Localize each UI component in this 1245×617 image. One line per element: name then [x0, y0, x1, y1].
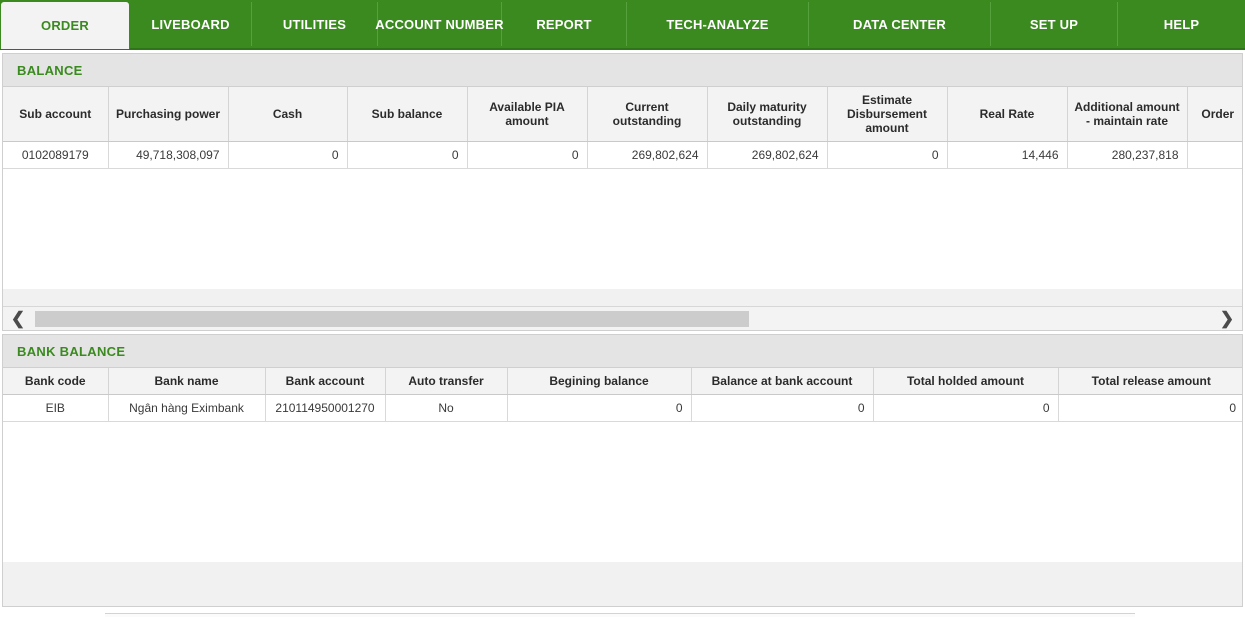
- column-header-bank-account[interactable]: Bank account: [265, 368, 386, 395]
- cell-real-rate: 14,446: [947, 141, 1068, 169]
- column-header-real-rate[interactable]: Real Rate: [947, 87, 1068, 142]
- tab-label: HELP: [1163, 16, 1200, 32]
- cell-sub-balance: 0: [347, 141, 468, 169]
- cell-additional-amount-maintain-rate: 280,237,818: [1067, 141, 1188, 169]
- balance-panel: BALANCE Sub account Purchasing power Cash S…: [2, 53, 1243, 331]
- cell-cash: 0: [228, 141, 348, 169]
- balance-horizontal-scrollbar[interactable]: ❮ ❯: [3, 306, 1242, 330]
- tab-label: ORDER: [41, 18, 89, 33]
- cell-balance-at-bank-account: 0: [691, 394, 874, 422]
- cell-available-pia-amount: 0: [467, 141, 588, 169]
- cell-current-outstanding: 269,802,624: [587, 141, 708, 169]
- tab-utilities[interactable]: UTILITIES: [252, 2, 378, 46]
- column-header-sub-account[interactable]: Sub account: [3, 87, 109, 142]
- tab-order[interactable]: ORDER: [0, 1, 130, 49]
- cell-total-release-amount: 0: [1058, 394, 1242, 422]
- tab-tech-analyze[interactable]: TECH-ANALYZE: [627, 2, 809, 46]
- bank-balance-panel-title: BANK BALANCE: [3, 335, 1242, 368]
- tab-account-number[interactable]: ACCOUNT NUMBER: [375, 2, 504, 46]
- table-empty-area: [3, 168, 1242, 289]
- tab-label: LIVEBOARD: [151, 16, 230, 32]
- bottom-panel-edge: [0, 610, 1245, 617]
- balance-panel-title: BALANCE: [3, 54, 1242, 87]
- scroll-left-arrow-icon[interactable]: ❮: [3, 308, 33, 330]
- bank-balance-panel: BANK BALANCE Bank code Bank name Bank acco…: [2, 334, 1243, 607]
- bank-balance-table: Bank code Bank name Bank account Auto trans…: [3, 368, 1242, 562]
- tab-liveboard[interactable]: LIVEBOARD: [130, 2, 252, 46]
- column-header-bank-code[interactable]: Bank code: [3, 368, 109, 395]
- column-header-bank-name[interactable]: Bank name: [108, 368, 266, 395]
- balance-table: Sub account Purchasing power Cash Sub balan…: [3, 87, 1242, 289]
- tab-help[interactable]: HELP: [1118, 2, 1245, 46]
- column-header-purchasing-power[interactable]: Purchasing power: [108, 87, 229, 142]
- scrollbar-thumb[interactable]: [35, 310, 749, 327]
- table-row[interactable]: EIB Ngân hàng Eximbank 210114950001270 No 0 0…: [3, 394, 1242, 422]
- column-header-order[interactable]: Order: [1187, 87, 1242, 142]
- column-header-daily-maturity-outstanding[interactable]: Daily maturity outstanding: [707, 87, 828, 142]
- column-header-begining-balance[interactable]: Begining balance: [507, 368, 692, 395]
- tab-label: TECH-ANALYZE: [666, 16, 769, 32]
- table-row[interactable]: 0102089179 49,718,308,097 0 0 0 269,802,624 26…: [3, 141, 1242, 169]
- tab-set-up[interactable]: SET UP: [991, 2, 1118, 46]
- column-header-balance-at-bank-account[interactable]: Balance at bank account: [691, 368, 874, 395]
- cell-bank-account: 210114950001270: [265, 394, 386, 422]
- balance-table-header-row: Sub account Purchasing power Cash Sub balan…: [3, 87, 1242, 142]
- tab-report[interactable]: REPORT: [502, 2, 627, 46]
- column-header-available-pia-amount[interactable]: Available PIA amount: [467, 87, 588, 142]
- bank-balance-table-header-row: Bank code Bank name Bank account Auto trans…: [3, 368, 1242, 395]
- cell-purchasing-power: 49,718,308,097: [108, 141, 229, 169]
- cell-auto-transfer: No: [385, 394, 508, 422]
- cell-sub-account: 0102089179: [3, 141, 109, 169]
- tab-label: DATA CENTER: [853, 16, 946, 32]
- column-header-cash[interactable]: Cash: [228, 87, 348, 142]
- scroll-right-arrow-icon[interactable]: ❯: [1212, 308, 1242, 330]
- cell-estimate-disbursement-amount: 0: [827, 141, 948, 169]
- scrollbar-track[interactable]: [33, 310, 1212, 327]
- cell-bank-name: Ngân hàng Eximbank: [108, 394, 266, 422]
- cell-order: [1187, 141, 1242, 169]
- column-header-estimate-disbursement-amount[interactable]: Estimate Disbursement amount: [827, 87, 948, 142]
- cell-daily-maturity-outstanding: 269,802,624: [707, 141, 828, 169]
- tab-label: REPORT: [536, 16, 592, 32]
- cell-total-holded-amount: 0: [873, 394, 1059, 422]
- column-header-total-release-amount[interactable]: Total release amount: [1058, 368, 1242, 395]
- column-header-sub-balance[interactable]: Sub balance: [347, 87, 468, 142]
- table-empty-area: [3, 421, 1242, 562]
- column-header-total-holded-amount[interactable]: Total holded amount: [873, 368, 1059, 395]
- table-empty-cell: [3, 168, 1242, 289]
- tab-label: ACCOUNT NUMBER: [375, 16, 504, 32]
- tab-label: UTILITIES: [282, 16, 347, 32]
- cell-bank-code: EIB: [3, 394, 109, 422]
- cell-begining-balance: 0: [507, 394, 692, 422]
- column-header-current-outstanding[interactable]: Current outstanding: [587, 87, 708, 142]
- tab-data-center[interactable]: DATA CENTER: [809, 2, 991, 46]
- table-empty-cell: [3, 421, 1242, 562]
- balance-grid-wrapper: Sub account Purchasing power Cash Sub balan…: [3, 87, 1242, 306]
- column-header-auto-transfer[interactable]: Auto transfer: [385, 368, 508, 395]
- column-header-additional-amount-maintain-rate[interactable]: Additional amount - maintain rate: [1067, 87, 1188, 142]
- tab-label: SET UP: [1029, 16, 1079, 32]
- bottom-panel-edge-line: [105, 613, 1135, 617]
- bank-balance-grid-wrapper: Bank code Bank name Bank account Auto trans…: [3, 368, 1242, 606]
- main-tab-bar: ORDER LIVEBOARD UTILITIES ACCOUNT NUMBER REP…: [0, 0, 1245, 50]
